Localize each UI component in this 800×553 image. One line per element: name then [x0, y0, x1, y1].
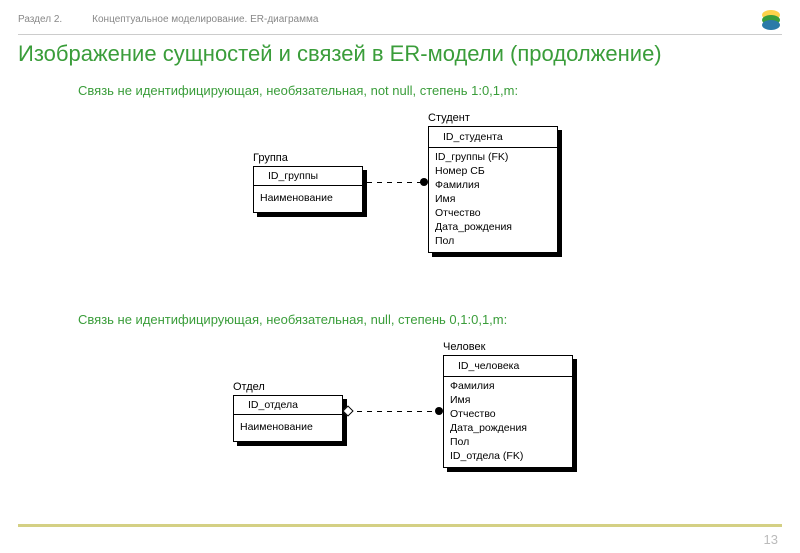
section-label: Раздел 2.	[18, 14, 62, 25]
topic-label: Концептуальное моделирование. ER-диаграм…	[92, 14, 760, 25]
attr: Дата_рождения	[444, 421, 572, 435]
pk: ID_отдела	[234, 396, 342, 415]
page-number: 13	[764, 532, 778, 547]
logo-icon	[760, 10, 782, 28]
pk: ID_человека	[444, 356, 572, 377]
attr: Дата_рождения	[429, 220, 557, 234]
diagram1-caption: Связь не идентифицирующая, необязательна…	[78, 83, 782, 98]
attr: ID_группы (FK)	[429, 150, 557, 164]
entity-student: Студент ID_студента ID_группы (FK) Номер…	[428, 112, 558, 253]
attr: Фамилия	[444, 379, 572, 393]
entity-person: Человек ID_человека Фамилия Имя Отчество…	[443, 341, 573, 468]
entity-label: Группа	[253, 152, 363, 164]
entity-department: Отдел ID_отдела Наименование	[233, 381, 343, 442]
many-dot-icon	[420, 178, 428, 186]
attr: Номер СБ	[429, 164, 557, 178]
entity-label: Студент	[428, 112, 558, 124]
attr: Имя	[429, 192, 557, 206]
entity-label: Отдел	[233, 381, 343, 393]
page-title: Изображение сущностей и связей в ER-моде…	[18, 41, 782, 67]
attr: Отчество	[429, 206, 557, 220]
attr: Фамилия	[429, 178, 557, 192]
attr: Отчество	[444, 407, 572, 421]
footer-divider	[18, 524, 782, 527]
relationship-line	[347, 411, 439, 412]
relationship-line	[367, 182, 424, 183]
pk: ID_группы	[254, 167, 362, 186]
attr: Пол	[444, 435, 572, 449]
header-divider	[18, 34, 782, 35]
slide-header: Раздел 2. Концептуальное моделирование. …	[18, 0, 782, 34]
diagram2-caption: Связь не идентифицирующая, необязательна…	[78, 312, 782, 327]
attr: Наименование	[254, 188, 362, 208]
entity-group: Группа ID_группы Наименование	[253, 152, 363, 213]
attr: ID_отдела (FK)	[444, 449, 572, 463]
diagram1: Группа ID_группы Наименование Студент ID…	[18, 112, 782, 282]
attr: Наименование	[234, 417, 342, 437]
pk: ID_студента	[429, 127, 557, 148]
diagram2: Отдел ID_отдела Наименование Человек ID_…	[18, 341, 782, 501]
entity-label: Человек	[443, 341, 573, 353]
attr: Имя	[444, 393, 572, 407]
attr: Пол	[429, 234, 557, 248]
many-dot-icon	[435, 407, 443, 415]
